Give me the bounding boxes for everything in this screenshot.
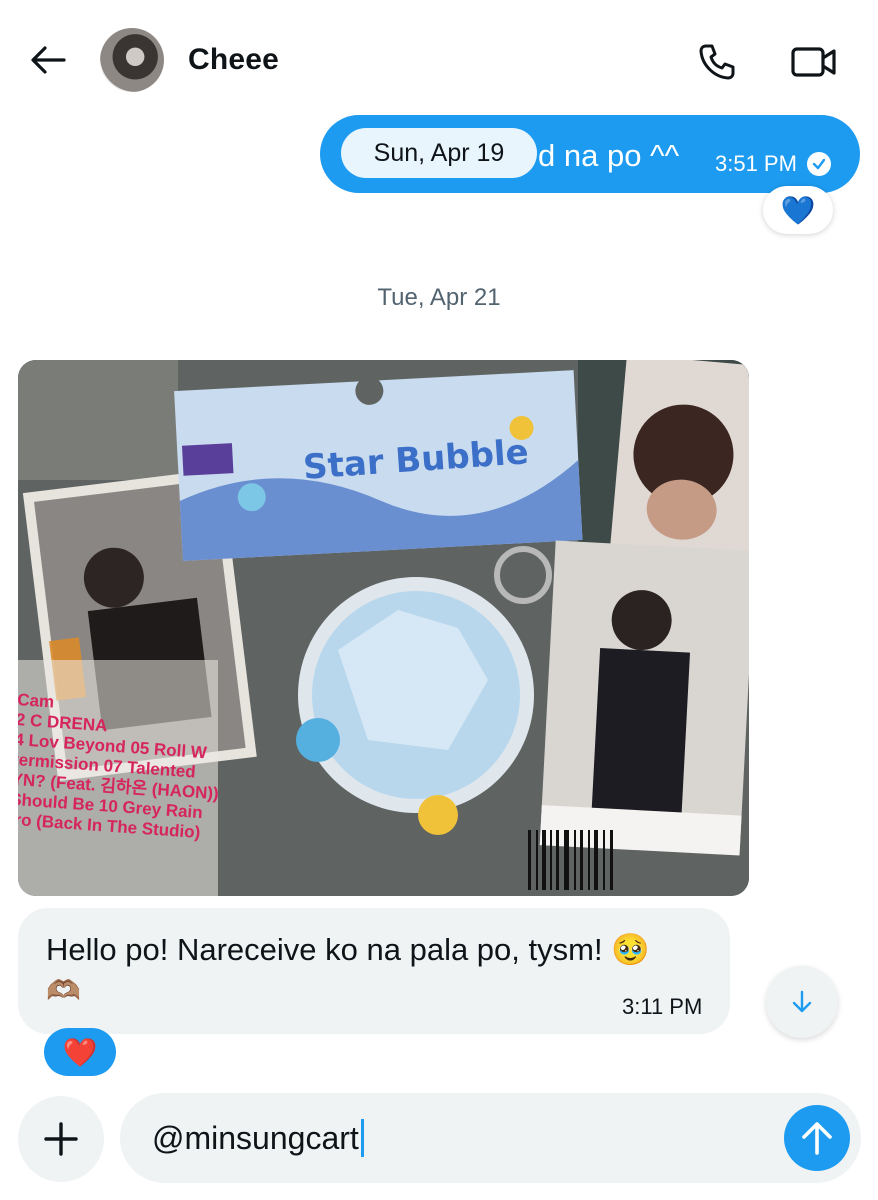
plus-icon: [44, 1122, 78, 1156]
red-heart-reaction[interactable]: ❤️: [44, 1028, 116, 1076]
photo-message[interactable]: Star Bubble Cam 2 C DRENA 4 Lov Beyond 0…: [18, 360, 749, 896]
send-button[interactable]: [784, 1105, 850, 1171]
tracklist-text: Cam 2 C DRENA 4 Lov Beyond 05 Roll W ter…: [18, 690, 225, 844]
message-input-value[interactable]: @minsungcart: [152, 1119, 364, 1157]
phone-icon: [699, 44, 735, 80]
outgoing-message-time: 3:51 PM: [715, 151, 797, 176]
incoming-message-text: Hello po! Nareceive ko na pala po, tysm!…: [46, 932, 650, 967]
video-call-button[interactable]: [788, 38, 840, 86]
read-receipt-icon: [807, 152, 831, 176]
avatar[interactable]: [100, 28, 164, 92]
contact-name[interactable]: Cheee: [188, 43, 279, 77]
incoming-message-time: 3:11 PM: [622, 994, 703, 1019]
add-attachment-button[interactable]: [18, 1096, 104, 1182]
date-badge: Sun, Apr 19: [341, 128, 537, 178]
arrow-down-icon: [792, 990, 812, 1013]
text-caret: [360, 1119, 364, 1157]
message-input[interactable]: @minsungcart: [120, 1093, 861, 1183]
call-button[interactable]: [693, 38, 741, 86]
blue-heart-reaction[interactable]: 💙: [763, 186, 833, 234]
incoming-message-bubble[interactable]: Hello po! Nareceive ko na pala po, tysm!…: [18, 908, 730, 1034]
outgoing-message-text: d na po ^^: [538, 138, 680, 173]
back-button[interactable]: [26, 38, 70, 82]
message-input-text: @minsungcart: [152, 1120, 359, 1156]
video-camera-icon: [791, 47, 836, 77]
arrow-up-icon: [802, 1122, 832, 1155]
date-separator: Tue, Apr 21: [377, 284, 501, 311]
scroll-to-bottom-button[interactable]: [766, 966, 838, 1038]
heart-hands-emoji: 🫶🏽: [46, 975, 81, 1006]
arrow-left-icon: [31, 46, 66, 74]
